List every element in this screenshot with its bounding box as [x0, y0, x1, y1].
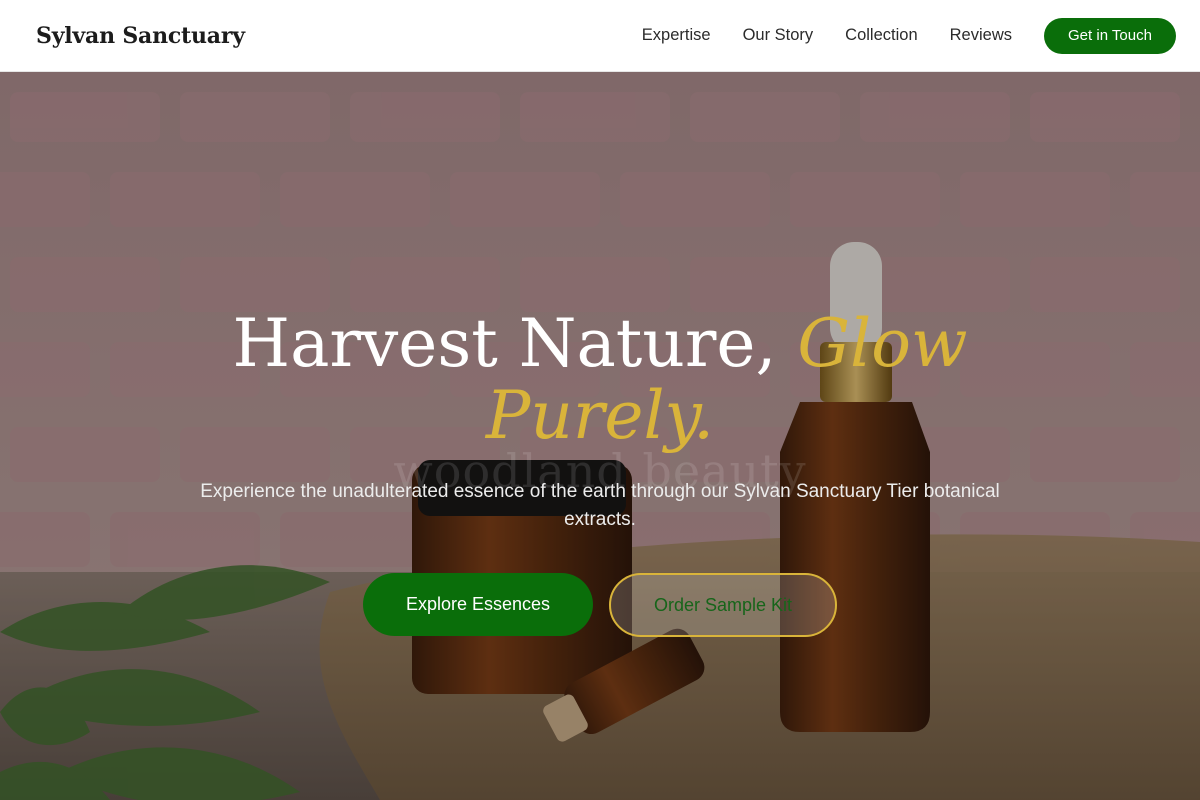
hero-title: Harvest Nature, Glow Purely.: [150, 308, 1050, 452]
nav-link-collection[interactable]: Collection: [845, 26, 917, 45]
hero-section: woodland beauty Harvest Nature, Glow Pur…: [0, 72, 1200, 800]
site-header: Sylvan Sanctuary Expertise Our Story Col…: [0, 0, 1200, 72]
hero-subtitle: Experience the unadulterated essence of …: [200, 481, 1000, 530]
nav-link-reviews[interactable]: Reviews: [950, 26, 1012, 45]
brand-logo[interactable]: Sylvan Sanctuary: [36, 23, 245, 49]
explore-essences-button[interactable]: Explore Essences: [363, 573, 593, 636]
nav-link-our-story[interactable]: Our Story: [743, 26, 814, 45]
hero-content: woodland beauty Harvest Nature, Glow Pur…: [0, 72, 1200, 800]
main-nav: Expertise Our Story Collection Reviews G…: [642, 17, 1176, 54]
get-in-touch-button[interactable]: Get in Touch: [1044, 17, 1176, 54]
hero-title-main: Harvest Nature,: [232, 305, 798, 382]
order-sample-kit-button[interactable]: Order Sample Kit: [609, 573, 837, 637]
nav-link-expertise[interactable]: Expertise: [642, 26, 711, 45]
